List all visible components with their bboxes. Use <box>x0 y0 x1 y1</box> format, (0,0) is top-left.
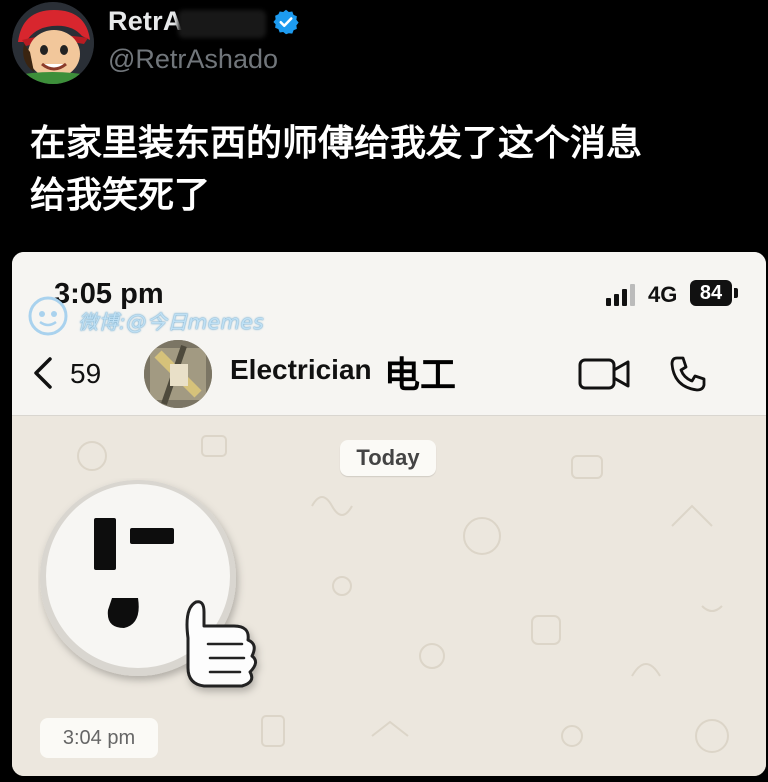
tweet-text-line-2: 给我笑死了 <box>30 175 211 216</box>
contact-name-translation: 电工 <box>384 355 457 396</box>
back-button[interactable]: 59 <box>26 350 116 396</box>
watermark-text: 微博:@今日memes <box>78 310 265 334</box>
message-timestamp: 3:04 pm <box>40 718 158 758</box>
chat-area[interactable]: Today 3:04 pm <box>12 416 766 776</box>
battery-tip <box>734 288 738 298</box>
back-chevron-icon <box>34 357 52 389</box>
author-handle[interactable]: @RetrAshado <box>108 44 278 75</box>
chat-screenshot: 3:05 pm 4G 84 59 Electrician 电工 微博:@今日me… <box>12 252 766 776</box>
unread-count: 59 <box>70 358 102 389</box>
network-type: 4G <box>648 282 678 307</box>
battery-level: 84 <box>690 280 732 306</box>
author-avatar[interactable] <box>12 2 94 84</box>
contact-avatar[interactable] <box>144 340 212 408</box>
signal-icon <box>606 284 635 306</box>
video-call-icon[interactable] <box>578 356 630 392</box>
phone-call-icon[interactable] <box>668 354 708 394</box>
author-name[interactable]: RetrA <box>108 6 183 37</box>
tweet-text: 在家里装东西的师傅给我发了这个消息 给我笑死了 <box>30 118 742 222</box>
outlet-thumbs-up-sticker[interactable] <box>38 478 308 718</box>
weibo-watermark: 微博:@今日memes <box>26 294 286 344</box>
battery-icon: 84 <box>690 280 738 306</box>
tweet-text-line-1: 在家里装东西的师傅给我发了这个消息 <box>30 123 643 164</box>
contact-name[interactable]: Electrician <box>230 354 372 386</box>
weibo-logo-icon <box>28 296 68 336</box>
blurred-name-overlay <box>178 10 266 38</box>
date-separator: Today <box>340 440 436 476</box>
verified-icon <box>273 9 299 35</box>
tweet-header: RetrA @RetrAshado <box>0 0 768 110</box>
